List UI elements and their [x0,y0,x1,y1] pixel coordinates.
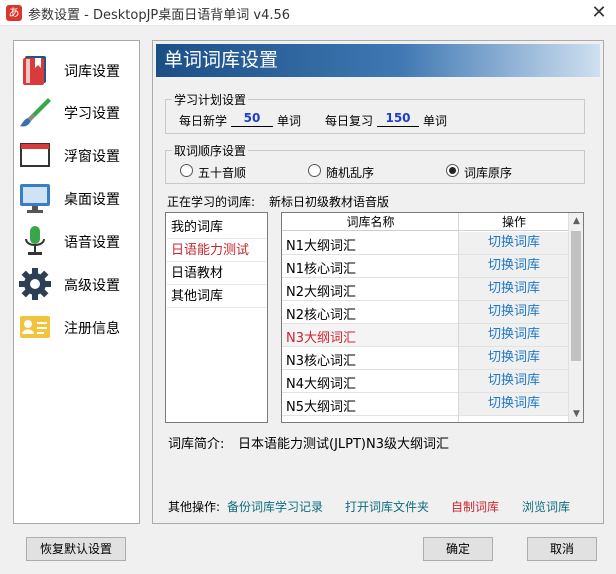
vocab-name: N3大纲词汇 [286,331,356,346]
sidebar-item-vocab[interactable]: 词库设置 [14,51,139,89]
switch-vocab-link[interactable]: 切换词库 [459,278,569,300]
vertical-scrollbar[interactable]: ▲ ▼ [568,213,583,422]
sidebar-item-label: 词库设置 [64,64,120,80]
column-header-name: 词库名称 [282,213,459,231]
vocab-name: N5大纲词汇 [286,400,356,415]
intro-text: 日本语能力测试(JLPT)N3级大纲词汇 [238,437,449,452]
radio-random[interactable] [308,164,321,177]
sidebar-item-label: 桌面设置 [64,192,120,208]
browse-vocab-link[interactable]: 浏览词库 [522,498,570,515]
radio-label-random: 随机乱序 [326,166,375,180]
vocab-name: N1核心词汇 [286,262,356,277]
sidebar-item-advanced[interactable]: 高级设置 [14,265,139,303]
sidebar-item-voice[interactable]: 语音设置 [14,222,139,260]
scroll-down-icon[interactable]: ▼ [569,406,583,422]
title-bar: あ 参数设置 - DesktopJP桌面日语背单词 v4.56 ✕ [0,0,616,26]
radio-gojuon[interactable] [180,164,193,177]
table-row[interactable]: N1大纲词汇 切换词库 [282,232,569,255]
daily-new-input[interactable] [231,110,273,127]
sidebar-item-label: 学习设置 [64,106,120,122]
switch-vocab-link[interactable]: 切换词库 [459,393,569,415]
custom-vocab-link[interactable]: 自制词库 [451,498,499,515]
list-item[interactable]: 日语能力测试 [167,240,266,262]
daily-new-label: 每日新学 [179,114,228,128]
window-icon [20,143,50,167]
microphone-icon [25,226,45,255]
vocab-name: N2大纲词汇 [286,285,356,300]
study-plan-group: 学习计划设置 [165,91,585,134]
table-row[interactable]: N5大纲词汇 切换词库 [282,393,569,416]
window-title: 参数设置 - DesktopJP桌面日语背单词 v4.56 [28,8,291,23]
column-divider [458,213,459,422]
radio-label-gojuon: 五十音顺 [198,166,247,180]
sidebar-item-label: 注册信息 [64,321,120,337]
vocab-name: N3核心词汇 [286,354,356,369]
table-row[interactable]: N3核心词汇 切换词库 [282,347,569,370]
scroll-up-icon[interactable]: ▲ [569,213,583,229]
daily-review-label: 每日复习 [325,114,374,128]
switch-vocab-link[interactable]: 切换词库 [459,347,569,369]
group-title: 学习计划设置 [172,91,249,108]
monitor-icon [20,184,50,213]
book-icon [23,56,46,85]
sidebar-item-study[interactable]: 学习设置 [14,93,139,131]
cancel-button[interactable]: 取消 [527,537,597,561]
list-item[interactable]: 日语教材 [167,263,266,285]
other-ops-label: 其他操作: [168,500,221,514]
daily-review-input[interactable] [377,110,419,127]
list-item[interactable]: 其他词库 [167,286,266,308]
group-title: 取词顺序设置 [172,142,249,159]
brush-icon [20,98,51,127]
vocab-name: N2核心词汇 [286,308,356,323]
intro-label: 词库简介: [168,437,225,452]
sidebar-item-label: 高级设置 [64,278,120,294]
vocab-name: N1大纲词汇 [286,239,356,254]
sidebar-item-float[interactable]: 浮窗设置 [14,136,139,174]
vocab-name: N4大纲词汇 [286,377,356,392]
table-row[interactable]: N1核心词汇 切换词库 [282,255,569,278]
table-row[interactable]: N3大纲词汇 切换词库 [282,324,569,347]
switch-vocab-link[interactable]: 切换词库 [459,324,569,346]
current-vocab-value: 新标日初级教材语音版 [269,195,390,209]
close-button[interactable]: ✕ [582,0,616,26]
list-item[interactable]: 我的词库 [167,217,266,239]
current-vocab-label: 正在学习的词库: [167,195,256,209]
table-row[interactable]: N2核心词汇 切换词库 [282,301,569,324]
radio-label-original: 词库原序 [464,166,513,180]
sidebar: 词库设置 学习设置 浮窗设置 桌面设置 语音设置 高级设置 注册信息 [13,40,140,524]
switch-vocab-link[interactable]: 切换词库 [459,370,569,392]
vocab-table: 词库名称 操作 N1大纲词汇 切换词库 N1核心词汇 切换词库 N2大纲词汇 切换词库… [281,212,584,423]
scrollbar-thumb[interactable] [571,231,581,361]
sidebar-item-register[interactable]: 注册信息 [14,308,139,346]
app-icon: あ [6,5,22,21]
category-list[interactable]: 我的词库 日语能力测试 日语教材 其他词库 [165,212,268,423]
open-folder-link[interactable]: 打开词库文件夹 [345,498,429,515]
switch-vocab-link[interactable]: 切换词库 [459,232,569,254]
radio-original[interactable] [446,164,459,177]
switch-vocab-link[interactable]: 切换词库 [459,301,569,323]
panel-title: 单词词库设置 [156,44,600,77]
table-row[interactable]: N2大纲词汇 切换词库 [282,278,569,301]
restore-defaults-button[interactable]: 恢复默认设置 [26,537,126,561]
sidebar-item-desktop[interactable]: 桌面设置 [14,179,139,217]
backup-records-link[interactable]: 备份词库学习记录 [227,498,323,515]
table-row[interactable]: N4大纲词汇 切换词库 [282,370,569,393]
column-header-action: 操作 [459,213,569,231]
sidebar-item-label: 语音设置 [64,235,120,251]
daily-review-unit: 单词 [423,114,448,128]
gear-icon [19,268,51,300]
switch-vocab-link[interactable]: 切换词库 [459,255,569,277]
ok-button[interactable]: 确定 [423,537,493,561]
id-card-icon [20,316,50,338]
sidebar-item-label: 浮窗设置 [64,149,120,165]
daily-new-unit: 单词 [277,114,302,128]
